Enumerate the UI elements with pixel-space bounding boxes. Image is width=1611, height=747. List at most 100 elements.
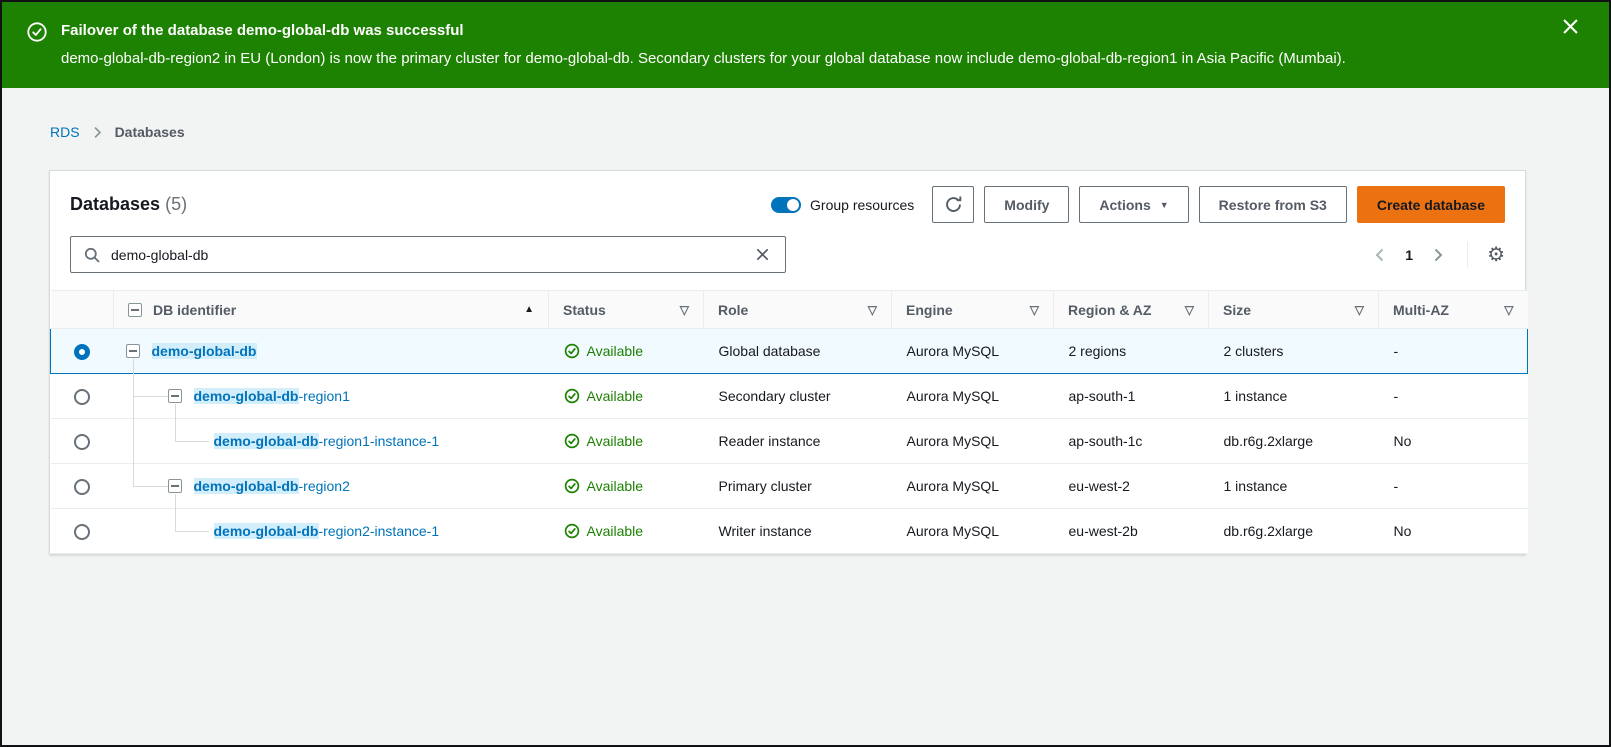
- banner-message: demo-global-db-region2 in EU (London) is…: [61, 50, 1346, 67]
- row-select-radio[interactable]: [74, 389, 90, 405]
- row-select-radio[interactable]: [74, 434, 90, 450]
- multi-az-cell: -: [1379, 374, 1528, 419]
- status-available-icon: [564, 343, 580, 359]
- collapse-row-icon[interactable]: [168, 389, 182, 403]
- column-header-status[interactable]: Status ▽: [549, 291, 704, 329]
- column-header-multi-az[interactable]: Multi-AZ ▽: [1379, 291, 1528, 329]
- clear-search-icon[interactable]: [753, 245, 772, 264]
- db-identifier-link[interactable]: demo-global-db: [152, 343, 257, 359]
- tree-connector: [133, 396, 168, 397]
- table-row: demo-global-db-region2-instance-1 Availab…: [51, 509, 1528, 554]
- row-select-radio[interactable]: [74, 344, 90, 360]
- next-page-icon[interactable]: [1428, 245, 1448, 265]
- tree-connector: [133, 396, 134, 419]
- search-input[interactable]: [109, 246, 744, 264]
- table-row: demo-global-db-region1 Available Secondary…: [51, 374, 1528, 419]
- breadcrumb-rds-link[interactable]: RDS: [50, 124, 80, 140]
- tree-connector: [175, 419, 176, 442]
- sort-icon[interactable]: ▽: [1030, 303, 1039, 317]
- close-icon[interactable]: [1558, 14, 1583, 42]
- size-cell: 1 instance: [1209, 374, 1379, 419]
- status-text: Available: [587, 523, 644, 539]
- row-select-radio[interactable]: [74, 524, 90, 540]
- sort-icon[interactable]: ▽: [1185, 303, 1194, 317]
- size-cell: 1 instance: [1209, 464, 1379, 509]
- row-select-radio[interactable]: [74, 479, 90, 495]
- current-page-number[interactable]: 1: [1405, 247, 1413, 263]
- create-database-button[interactable]: Create database: [1357, 186, 1505, 223]
- status-text: Available: [587, 388, 644, 404]
- modify-button[interactable]: Modify: [984, 186, 1069, 223]
- tree-connector: [175, 494, 176, 509]
- success-banner: Failover of the database demo-global-db …: [2, 2, 1609, 88]
- group-resources-toggle[interactable]: [771, 197, 801, 213]
- status-text: Available: [587, 433, 644, 449]
- column-label: Status: [563, 302, 606, 318]
- db-identifier-link[interactable]: demo-global-db-region1: [194, 388, 350, 404]
- settings-gear-icon[interactable]: ⚙: [1487, 245, 1505, 265]
- collapse-row-icon[interactable]: [126, 344, 140, 358]
- region-az-cell: ap-south-1c: [1054, 419, 1209, 464]
- status-text: Available: [587, 478, 644, 494]
- tree-connector: [133, 464, 134, 487]
- rds-console-screen: Failover of the database demo-global-db …: [0, 0, 1611, 747]
- column-label: Role: [718, 302, 748, 318]
- sort-ascending-icon[interactable]: ▲: [524, 304, 534, 315]
- restore-from-s3-button[interactable]: Restore from S3: [1199, 186, 1347, 223]
- search-match-text: demo-global-db: [194, 388, 299, 404]
- column-label: DB identifier: [153, 302, 236, 318]
- column-header-role[interactable]: Role ▽: [704, 291, 892, 329]
- multi-az-cell: -: [1379, 464, 1528, 509]
- success-check-icon: [26, 21, 48, 88]
- column-header-db-identifier[interactable]: DB identifier ▲: [114, 291, 549, 329]
- sort-icon[interactable]: ▽: [680, 303, 689, 317]
- size-cell: db.r6g.2xlarge: [1209, 419, 1379, 464]
- tree-connector: [175, 509, 176, 532]
- search-box[interactable]: [70, 236, 786, 273]
- db-identifier-link[interactable]: demo-global-db-region2-instance-1: [214, 523, 440, 539]
- column-label: Multi-AZ: [1393, 302, 1449, 318]
- tree-connector: [175, 441, 209, 442]
- banner-title: Failover of the database demo-global-db …: [61, 22, 1346, 39]
- refresh-icon: [944, 195, 963, 214]
- region-az-cell: 2 regions: [1054, 329, 1209, 374]
- actions-button[interactable]: Actions ▼: [1079, 186, 1188, 223]
- pagination: 1 ⚙: [1370, 242, 1505, 268]
- selection-column-header: [51, 291, 114, 329]
- refresh-button[interactable]: [932, 186, 974, 223]
- previous-page-icon[interactable]: [1370, 245, 1390, 265]
- engine-cell: Aurora MySQL: [892, 464, 1054, 509]
- column-label: Region & AZ: [1068, 302, 1151, 318]
- search-match-text: demo-global-db: [152, 343, 257, 359]
- region-az-cell: eu-west-2b: [1054, 509, 1209, 554]
- engine-cell: Aurora MySQL: [892, 329, 1054, 374]
- table-header-row: DB identifier▲Status▽Role▽Engine▽Region …: [51, 291, 1528, 329]
- search-match-text: demo-global-db: [194, 478, 299, 494]
- tree-connector: [133, 374, 134, 397]
- engine-cell: Aurora MySQL: [892, 374, 1054, 419]
- column-header-region-az[interactable]: Region & AZ ▽: [1054, 291, 1209, 329]
- panel-header: Databases (5) Group resources Modify Act…: [50, 171, 1525, 236]
- role-cell: Reader instance: [704, 419, 892, 464]
- divider: [1467, 242, 1468, 268]
- db-identifier-link[interactable]: demo-global-db-region1-instance-1: [214, 433, 440, 449]
- table-row: demo-global-db-region1-instance-1 Availab…: [51, 419, 1528, 464]
- sort-icon[interactable]: ▽: [1355, 303, 1364, 317]
- db-identifier-link[interactable]: demo-global-db-region2: [194, 478, 350, 494]
- column-header-engine[interactable]: Engine▽: [892, 291, 1054, 329]
- tree-connector: [175, 531, 209, 532]
- size-cell: 2 clusters: [1209, 329, 1379, 374]
- page-title: Databases (5): [70, 194, 187, 215]
- column-header-size[interactable]: Size▽: [1209, 291, 1379, 329]
- db-table-body: demo-global-dbAvailableGlobal databaseAu…: [51, 329, 1528, 554]
- search-match-text: demo-global-db: [214, 523, 319, 539]
- sort-icon[interactable]: ▽: [1504, 303, 1513, 317]
- status-available-icon: [564, 388, 580, 404]
- collapse-all-icon[interactable]: [128, 303, 142, 317]
- role-cell: Secondary cluster: [704, 374, 892, 419]
- tree-connector: [133, 419, 134, 464]
- role-cell: Global database: [704, 329, 892, 374]
- collapse-row-icon[interactable]: [168, 479, 182, 493]
- sort-icon[interactable]: ▽: [868, 303, 877, 317]
- chevron-right-icon: [91, 126, 104, 139]
